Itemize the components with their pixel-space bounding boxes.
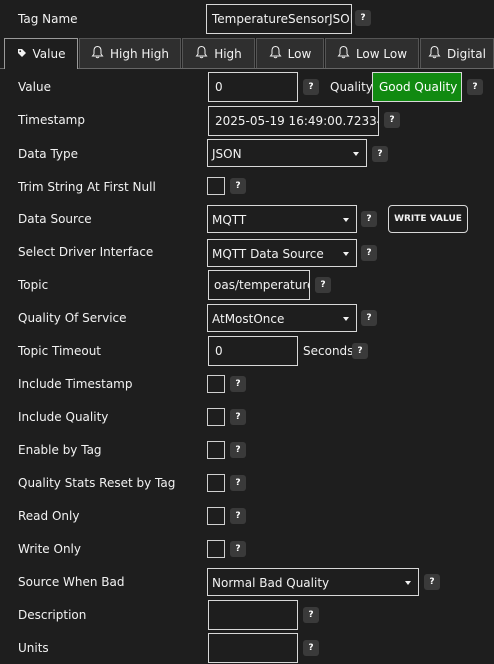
help-icon[interactable]: ? [352,343,368,359]
tab-label: High High [110,46,169,61]
write-only-checkbox[interactable] [207,540,225,558]
bell-icon [269,45,282,62]
tag-name-label: Tag Name [18,12,78,26]
help-icon[interactable]: ? [303,607,319,623]
quality-stats-reset-label: Quality Stats Reset by Tag [18,476,176,490]
help-icon[interactable]: ? [230,178,246,194]
seconds-unit-label: Seconds [303,344,354,358]
help-icon[interactable]: ? [424,574,440,590]
read-only-label: Read Only [18,509,80,523]
source-when-bad-select[interactable]: Normal Bad Quality [207,568,419,596]
tab-label: Low Low [355,46,408,61]
bell-icon [337,45,350,62]
timestamp-input[interactable]: 2025-05-19 16:49:00.7233456 [208,106,379,136]
write-only-label: Write Only [18,542,81,556]
write-value-button[interactable]: WRITE VALUE [388,205,468,233]
topic-timeout-input[interactable]: 0 [208,336,298,366]
tab-label: Value [32,47,66,61]
driver-interface-select[interactable]: MQTT Data Source [207,239,357,267]
tab-low[interactable]: Low [256,38,324,68]
include-timestamp-checkbox[interactable] [207,375,225,393]
bell-icon [428,45,441,62]
help-icon[interactable]: ? [467,79,483,95]
quality-stats-reset-checkbox[interactable] [207,474,225,492]
tab-value[interactable]: Value [4,38,78,69]
description-label: Description [18,608,87,622]
tab-digital[interactable]: Digital [420,38,494,68]
value-label: Value [18,80,51,94]
tab-low-low[interactable]: Low Low [325,38,419,68]
data-source-value: MQTT [212,213,247,227]
qos-value: AtMostOnce [212,312,285,326]
driver-interface-value: MQTT Data Source [212,247,324,261]
tab-high[interactable]: High [182,38,255,68]
enable-by-tag-label: Enable by Tag [18,443,102,457]
topic-label: Topic [18,278,49,292]
enable-by-tag-checkbox[interactable] [207,441,225,459]
topic-input[interactable]: oas/temperature [208,270,310,300]
source-when-bad-value: Normal Bad Quality [212,576,330,590]
driver-interface-label: Select Driver Interface [18,245,154,259]
tag-name-input[interactable]: TemperatureSensorJSON [206,4,352,34]
help-icon[interactable]: ? [315,277,331,293]
help-icon[interactable]: ? [230,541,246,557]
help-icon[interactable]: ? [355,10,371,26]
help-icon[interactable]: ? [230,442,246,458]
quality-badge: Good Quality [372,72,462,102]
help-icon[interactable]: ? [230,376,246,392]
tab-label: Low [287,46,312,61]
include-quality-checkbox[interactable] [207,408,225,426]
tab-high-high[interactable]: High High [79,38,181,68]
help-icon[interactable]: ? [230,508,246,524]
bell-icon [91,45,104,62]
tab-label: High [214,46,242,61]
chevron-down-icon [343,317,349,321]
qos-select[interactable]: AtMostOnce [207,304,357,332]
qos-label: Quality Of Service [18,311,127,325]
help-icon[interactable]: ? [230,409,246,425]
value-input[interactable]: 0 [208,72,298,102]
description-input[interactable] [208,600,298,630]
bell-icon [195,45,208,62]
chevron-down-icon [405,581,411,585]
help-icon[interactable]: ? [303,79,319,95]
data-type-value: JSON [212,147,242,161]
data-source-label: Data Source [18,212,92,226]
data-type-select[interactable]: JSON [207,139,367,167]
trim-string-checkbox[interactable] [207,177,225,195]
topic-timeout-label: Topic Timeout [18,344,102,358]
chevron-down-icon [343,252,349,256]
chevron-down-icon [353,152,359,156]
help-icon[interactable]: ? [384,112,400,128]
include-quality-label: Include Quality [18,410,109,424]
source-when-bad-label: Source When Bad [18,575,125,589]
help-icon[interactable]: ? [361,310,377,326]
trim-string-label: Trim String At First Null [18,180,156,194]
chevron-down-icon [343,218,349,222]
help-icon[interactable]: ? [372,146,388,162]
units-input[interactable] [208,633,298,663]
tab-bar: Value High High High Low Low Low Digital [0,38,494,69]
help-icon[interactable]: ? [361,211,377,227]
tag-icon [17,47,27,61]
tab-label: Digital [447,46,486,61]
timestamp-label: Timestamp [18,113,85,127]
data-type-label: Data Type [18,147,79,161]
include-timestamp-label: Include Timestamp [18,377,133,391]
units-label: Units [18,641,49,655]
read-only-checkbox[interactable] [207,507,225,525]
data-source-select[interactable]: MQTT [207,205,357,233]
quality-label: Quality [330,80,373,94]
help-icon[interactable]: ? [361,245,377,261]
help-icon[interactable]: ? [230,475,246,491]
help-icon[interactable]: ? [303,640,319,656]
